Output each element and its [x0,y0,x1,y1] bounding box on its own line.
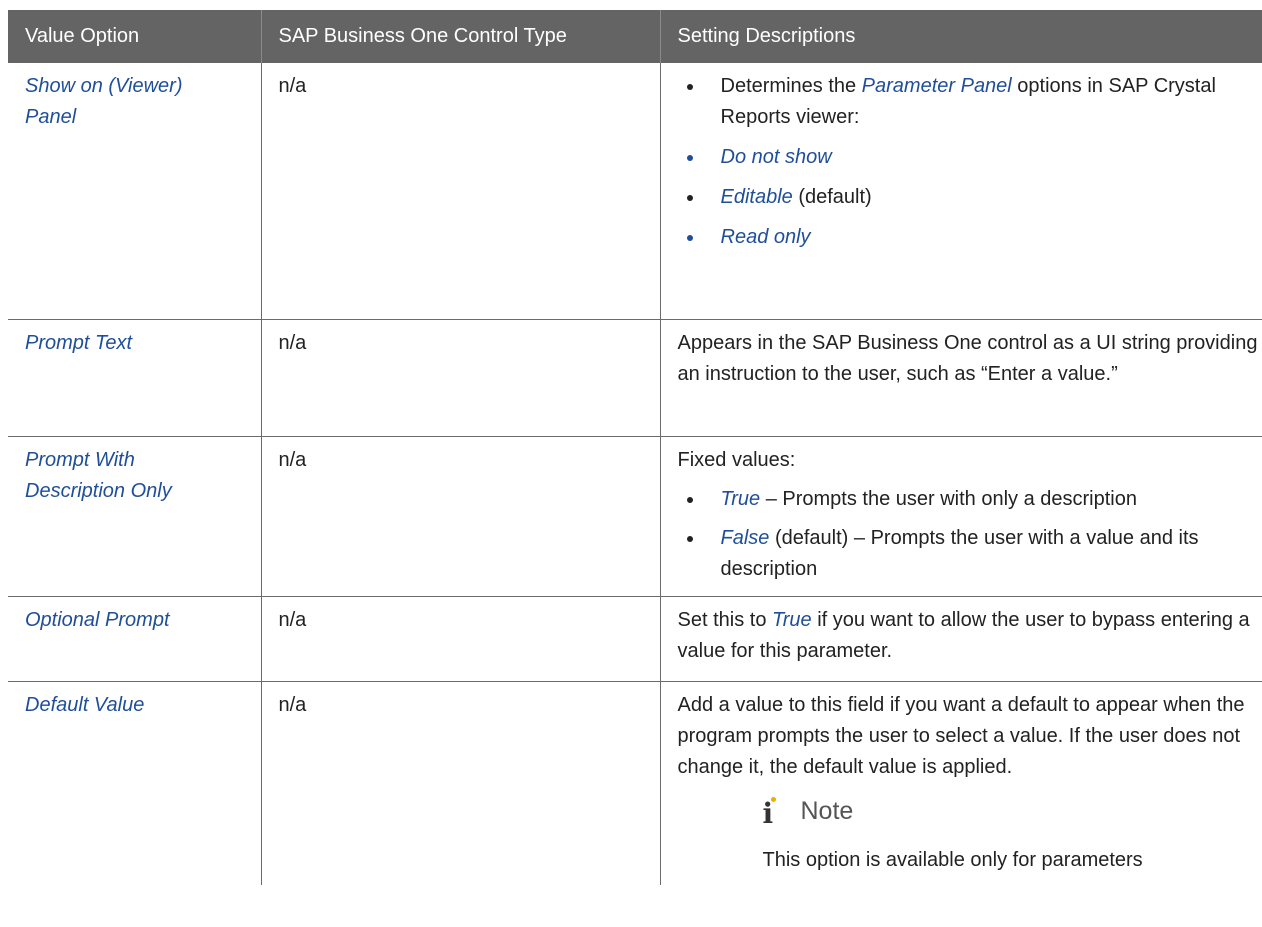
description-cell: Appears in the SAP Business One control … [659,319,1262,437]
list-item: Read only [678,222,1259,253]
note-heading: i Note [763,793,1259,829]
info-icon: i [763,796,787,829]
column-header-value-option: Value Option [8,10,262,63]
column-header-control-type: SAP Business One Control Type [261,10,661,63]
list-item: Editable (default) [678,182,1259,213]
value-option-cell: Show on (Viewer) Panel [8,63,262,320]
value-option-cell: Prompt With Description Only [8,436,262,597]
description-cell: Set this to True if you want to allow th… [659,596,1262,682]
table-row: Show on (Viewer) Panel n/a Determines th… [8,63,1262,320]
description-cell: Determines the Parameter Panel options i… [659,63,1262,320]
value-option-label: Prompt With Description Only [25,448,172,502]
description-text: Fixed values: [677,448,796,471]
table-row: Prompt Text n/a Appears in the SAP Busin… [8,319,1262,437]
note-title: Note [800,796,854,825]
control-type-cell: n/a [260,681,661,885]
settings-table: Value Option SAP Business One Control Ty… [8,10,1262,885]
description-text: Appears in the SAP Business One control … [677,331,1258,385]
note-text: This option is available only for parame… [762,848,1143,871]
control-type-cell: n/a [260,436,661,597]
table-row: Optional Prompt n/a Set this to True if … [8,596,1262,682]
value-option-label: Default Value [25,693,145,716]
value-option-label: Prompt Text [25,331,133,354]
value-option-label: Optional Prompt [25,608,170,631]
description-text: Add a value to this field if you want a … [677,693,1245,778]
value-option-cell: Prompt Text [8,319,262,437]
value-option-cell: Default Value [8,681,262,885]
table-row: Default Value n/a Add a value to this fi… [8,681,1262,885]
control-type-cell: n/a [260,319,661,437]
list-item: True – Prompts the user with only a desc… [678,484,1259,515]
description-cell: Add a value to this field if you want a … [659,681,1262,885]
table-row: Prompt With Description Only n/a Fixed v… [8,436,1262,597]
description-cell: Fixed values: True – Prompts the user wi… [659,436,1262,597]
control-type-cell: n/a [260,63,661,320]
table-header-row: Value Option SAP Business One Control Ty… [8,10,1262,63]
list-item: False (default) – Prompts the user with … [678,523,1259,585]
column-header-setting-descriptions: Setting Descriptions [660,10,1262,63]
control-type-cell: n/a [260,596,661,682]
list-item: Determines the Parameter Panel options i… [678,71,1259,133]
value-option-cell: Optional Prompt [8,596,262,682]
description-text: Set this to True if you want to allow th… [677,608,1250,662]
value-option-label: Show on (Viewer) Panel [25,75,183,128]
list-item: Do not show [678,142,1259,173]
